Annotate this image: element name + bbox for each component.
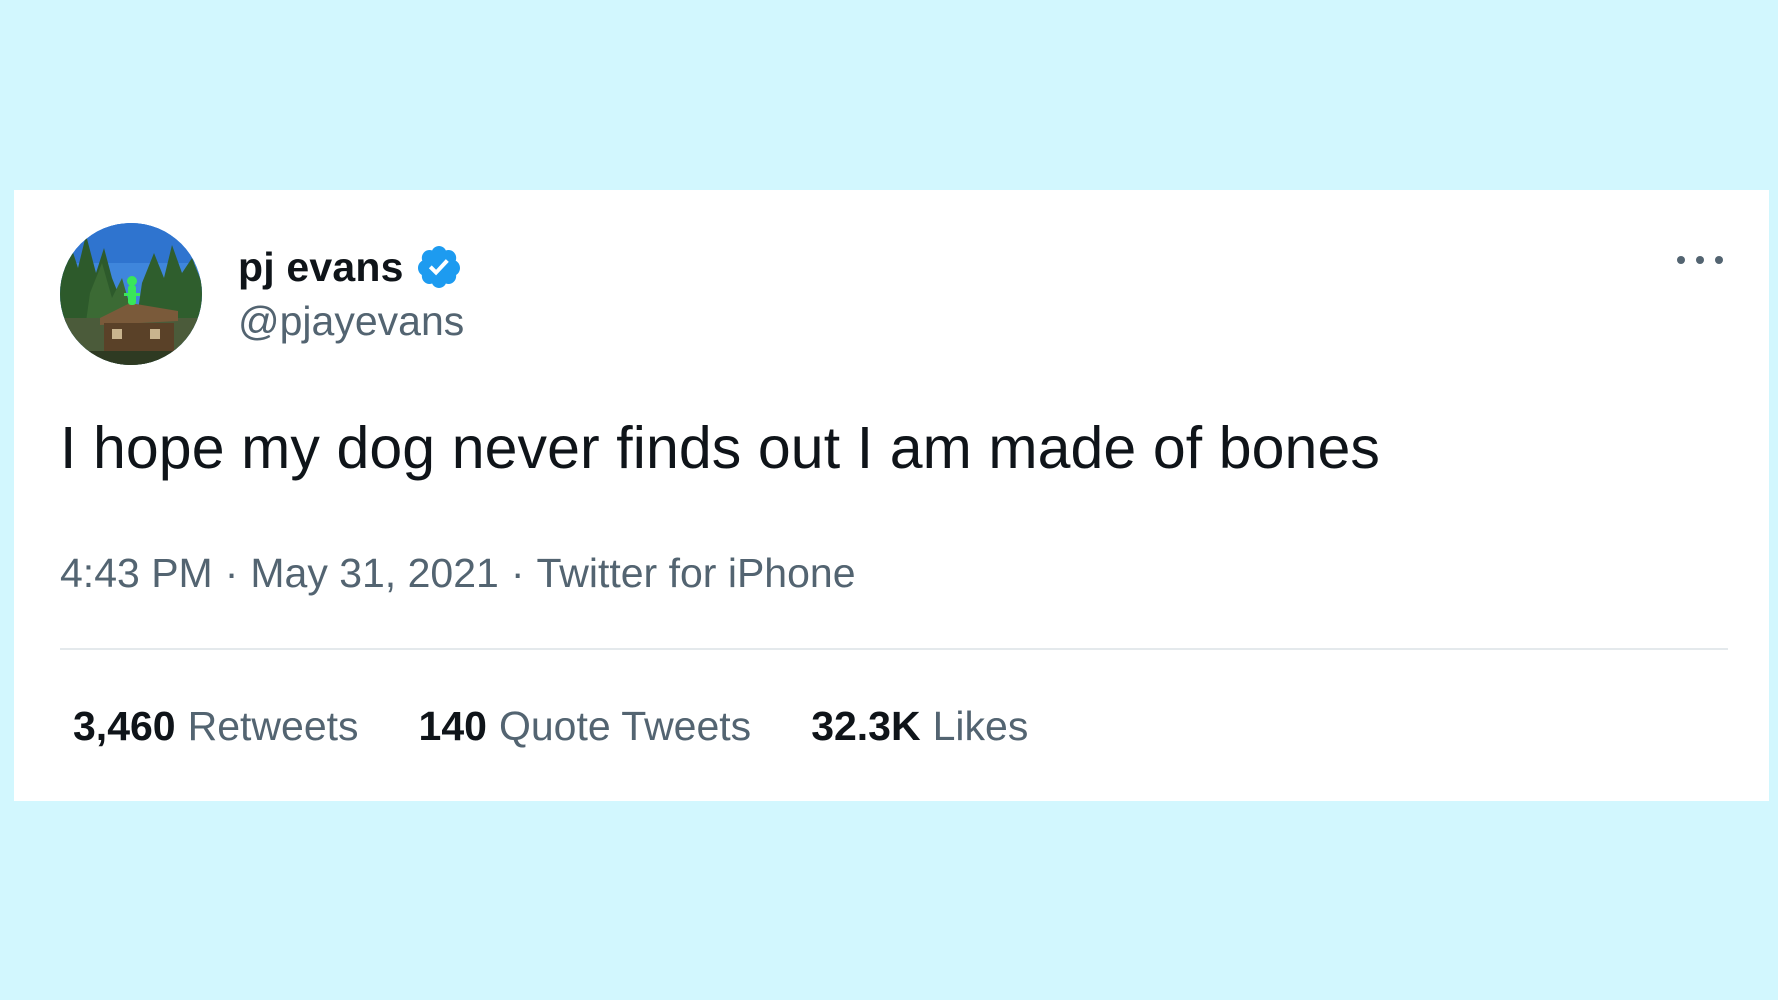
tweet-date[interactable]: May 31, 2021	[250, 550, 498, 596]
tweet-metadata: 4:43 PM · May 31, 2021 · Twitter for iPhone	[60, 550, 856, 597]
likes-label: Likes	[932, 703, 1029, 749]
tweet-text: I hope my dog never finds out I am made …	[60, 415, 1380, 481]
dot-icon	[1677, 256, 1685, 264]
avatar[interactable]	[60, 223, 202, 365]
tweet-card: pj evans @pjayevans I hope my dog never …	[14, 190, 1769, 801]
dot-icon	[1715, 256, 1723, 264]
divider	[60, 648, 1728, 650]
quote-tweets-count: 140	[418, 703, 487, 749]
likes-stat[interactable]: 32.3K Likes	[811, 703, 1028, 750]
meta-separator: ·	[224, 550, 239, 596]
more-options-icon[interactable]	[1677, 250, 1723, 270]
meta-separator: ·	[510, 550, 525, 596]
retweets-label: Retweets	[187, 703, 359, 749]
retweets-count: 3,460	[73, 703, 176, 749]
display-name-row: pj evans	[238, 242, 463, 292]
user-handle[interactable]: @pjayevans	[238, 298, 464, 345]
tweet-time[interactable]: 4:43 PM	[60, 550, 213, 596]
verified-badge-icon	[415, 243, 463, 291]
dot-icon	[1696, 256, 1704, 264]
quote-tweets-label: Quote Tweets	[498, 703, 752, 749]
avatar-image	[60, 223, 202, 365]
quote-tweets-stat[interactable]: 140 Quote Tweets	[419, 703, 752, 750]
likes-count: 32.3K	[811, 703, 921, 749]
tweet-stats: 3,460 Retweets 140 Quote Tweets 32.3K Likes	[73, 703, 1088, 750]
display-name[interactable]: pj evans	[238, 244, 404, 291]
tweet-source[interactable]: Twitter for iPhone	[536, 550, 855, 596]
retweets-stat[interactable]: 3,460 Retweets	[73, 703, 359, 750]
